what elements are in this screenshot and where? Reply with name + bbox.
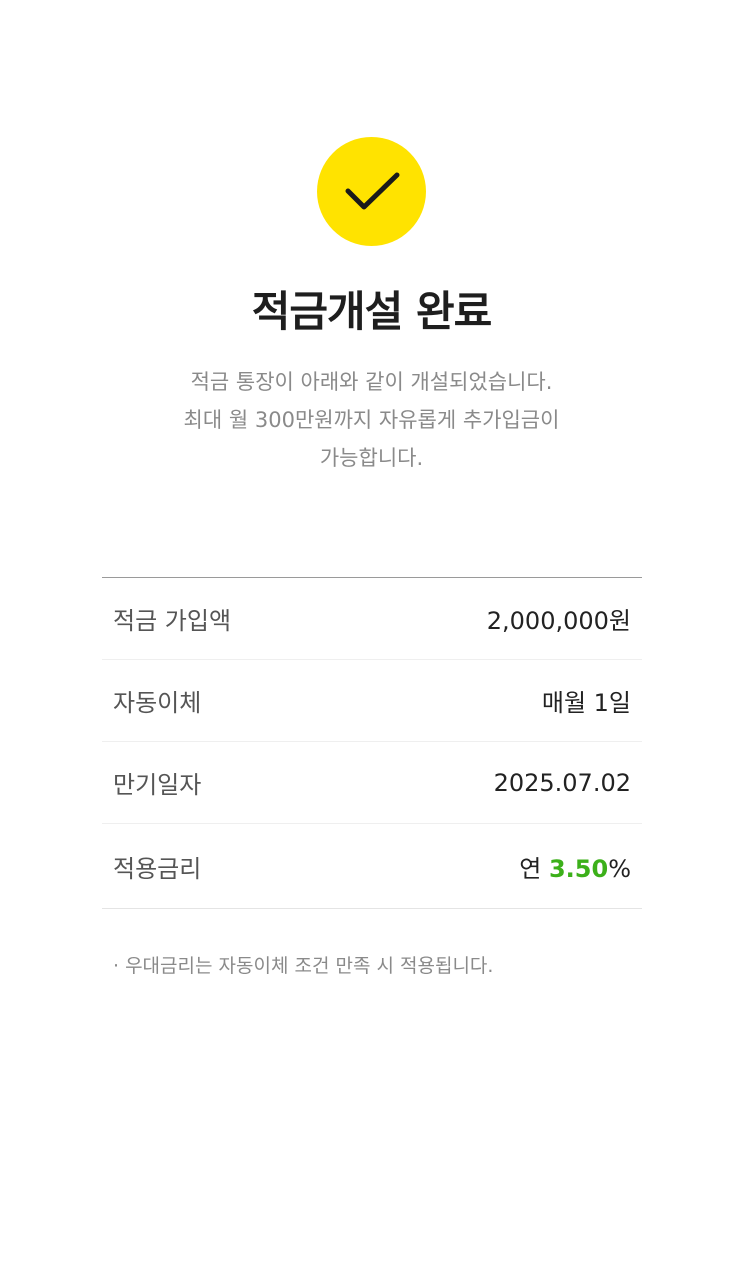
checkmark-icon — [345, 172, 400, 210]
detail-label: 자동이체 — [113, 689, 202, 717]
account-details-table: 적금 가입액 2,000,000원 자동이체 매월 1일 만기일자 2025.0… — [102, 577, 642, 909]
completion-description: 적금 통장이 아래와 같이 개설되었습니다. 최대 월 300만원까지 자유롭게… — [0, 363, 743, 477]
detail-row-deposit-amount: 적금 가입액 2,000,000원 — [102, 578, 642, 660]
detail-row-interest-rate: 적용금리 연 3.50% — [102, 824, 642, 908]
rate-suffix: % — [608, 854, 631, 883]
rate-prefix: 연 — [519, 854, 549, 883]
description-line: 가능합니다. — [319, 446, 424, 470]
detail-label: 만기일자 — [113, 771, 202, 799]
detail-value: 2,000,000원 — [486, 607, 631, 635]
detail-label: 적금 가입액 — [113, 607, 232, 635]
detail-value: 매월 1일 — [541, 689, 631, 717]
detail-row-auto-transfer: 자동이체 매월 1일 — [102, 660, 642, 742]
detail-row-maturity-date: 만기일자 2025.07.02 — [102, 742, 642, 824]
detail-label: 적용금리 — [113, 854, 202, 883]
description-line: 최대 월 300만원까지 자유롭게 추가입금이 — [183, 408, 560, 432]
page-title: 적금개설 완료 — [251, 287, 492, 336]
detail-value: 2025.07.02 — [493, 768, 631, 797]
rate-number: 3.50 — [548, 854, 609, 883]
preferential-rate-notice: · 우대금리는 자동이체 조건 만족 시 적용됩니다. — [113, 955, 494, 977]
description-line: 적금 통장이 아래와 같이 개설되었습니다. — [190, 370, 553, 394]
interest-rate-value: 연 3.50% — [519, 849, 631, 884]
success-badge — [317, 137, 426, 246]
